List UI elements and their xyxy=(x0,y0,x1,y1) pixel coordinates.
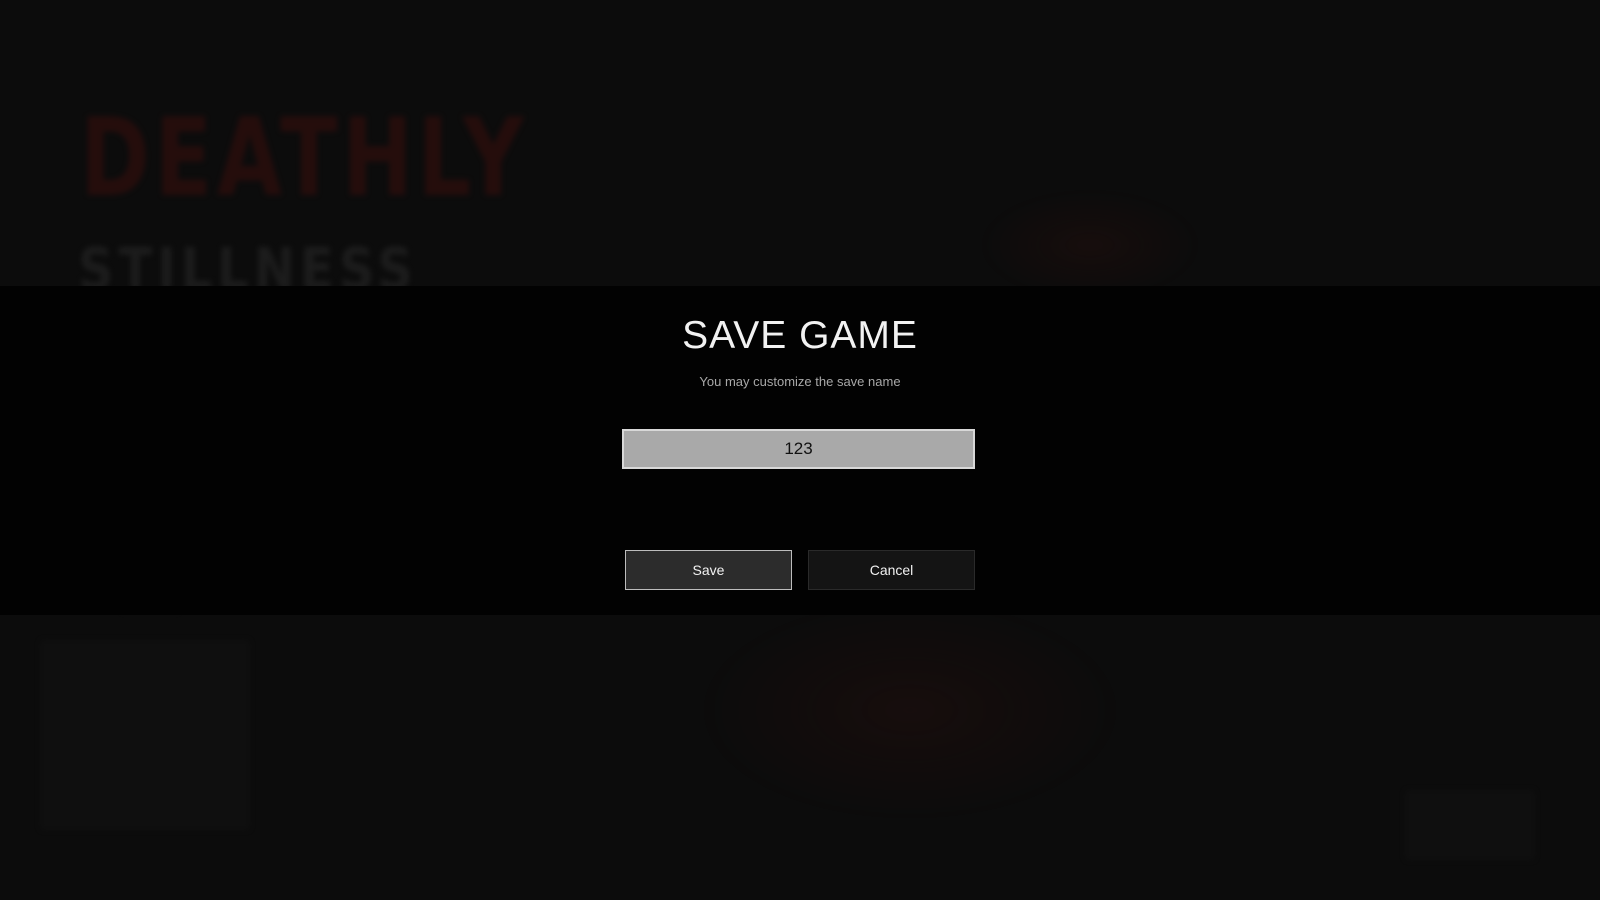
background-glow xyxy=(980,190,1200,300)
save-name-input[interactable] xyxy=(622,429,975,469)
game-logo-title: DEATHLY xyxy=(80,96,529,221)
save-button-label: Save xyxy=(692,562,725,578)
save-button[interactable]: Save xyxy=(625,550,792,590)
background-panel xyxy=(40,640,250,830)
game-screen: DEATHLY STILLNESS SAVE GAME You may cust… xyxy=(0,0,1600,900)
background-glow xyxy=(700,600,1120,820)
cancel-button[interactable]: Cancel xyxy=(808,550,975,590)
cancel-button-label: Cancel xyxy=(869,562,914,578)
dialog-title: SAVE GAME xyxy=(682,314,918,357)
background-panel xyxy=(1405,790,1535,860)
dialog-subtitle: You may customize the save name xyxy=(699,374,901,389)
